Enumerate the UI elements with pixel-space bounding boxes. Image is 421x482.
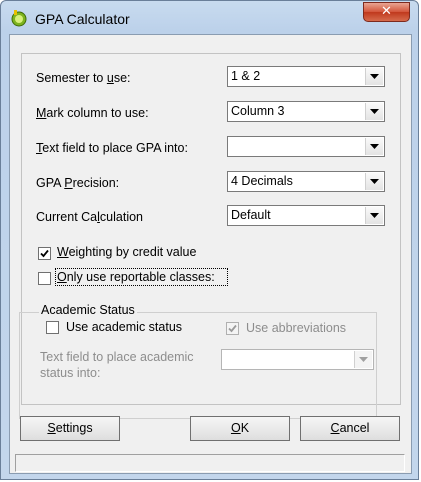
close-button[interactable]: ✕ — [363, 2, 410, 22]
semester-select[interactable]: 1 & 2 — [227, 66, 385, 87]
weighting-label[interactable]: Weighting by credit value — [57, 245, 196, 259]
gpa-text-field-label: Text field to place GPA into: — [36, 141, 188, 155]
weighting-checkbox[interactable] — [38, 247, 51, 260]
academic-status-title: Academic Status — [39, 303, 137, 317]
reportable-classes-label[interactable]: Only use reportable classes: — [57, 270, 215, 284]
mark-column-label: Mark column to use: — [36, 106, 149, 120]
cancel-button[interactable]: Cancel — [300, 416, 400, 441]
gpa-text-field-select[interactable] — [227, 136, 385, 157]
calculation-select[interactable]: Default — [227, 205, 385, 226]
chevron-down-icon — [370, 74, 379, 79]
calculation-label: Current Calculation — [36, 210, 144, 224]
settings-button[interactable]: Settings — [20, 416, 120, 441]
app-icon — [11, 10, 27, 27]
mark-column-value: Column 3 — [231, 104, 285, 118]
dropdown-arrow[interactable] — [354, 351, 372, 368]
dialog-window: GPA Calculator ✕ Semester to use: 1 & 2 … — [0, 0, 419, 480]
calculation-value: Default — [231, 208, 271, 222]
precision-select[interactable]: 4 Decimals — [227, 171, 385, 192]
precision-label: GPA Precision: — [36, 176, 120, 190]
dialog-client-area: Semester to use: 1 & 2 Mark column to us… — [9, 34, 412, 474]
chevron-down-icon — [370, 179, 379, 184]
semester-value: 1 & 2 — [231, 69, 261, 83]
use-academic-status-checkbox[interactable] — [46, 321, 59, 334]
mark-column-select[interactable]: Column 3 — [227, 101, 385, 122]
dropdown-arrow[interactable] — [365, 103, 383, 120]
use-academic-status-label[interactable]: Use academic status — [66, 320, 182, 334]
title-bar[interactable]: GPA Calculator ✕ — [1, 1, 418, 35]
use-abbreviations-checkbox[interactable] — [226, 322, 239, 335]
close-icon: ✕ — [381, 4, 392, 19]
dropdown-arrow[interactable] — [365, 173, 383, 190]
reportable-classes-checkbox[interactable] — [38, 272, 51, 285]
dropdown-arrow[interactable] — [365, 68, 383, 85]
chevron-down-icon — [370, 144, 379, 149]
checkmark-icon — [40, 249, 49, 258]
semester-label: Semester to use: — [36, 71, 131, 85]
chevron-down-icon — [370, 109, 379, 114]
academic-text-field-label-line2: status into: — [40, 366, 101, 380]
dropdown-arrow[interactable] — [365, 207, 383, 224]
use-abbreviations-label: Use abbreviations — [246, 321, 347, 335]
dropdown-arrow[interactable] — [365, 138, 383, 155]
window-title: GPA Calculator — [35, 11, 130, 27]
status-bar — [15, 454, 405, 472]
checkmark-icon — [228, 324, 237, 333]
academic-text-field-label-line1: Text field to place academic — [40, 350, 194, 364]
chevron-down-icon — [359, 357, 368, 362]
academic-text-field-select[interactable] — [221, 349, 374, 370]
ok-button[interactable]: OK — [190, 416, 290, 441]
precision-value: 4 Decimals — [231, 174, 293, 188]
chevron-down-icon — [370, 213, 379, 218]
